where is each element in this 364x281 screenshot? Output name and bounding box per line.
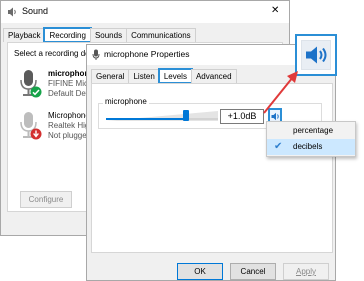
tab-recording[interactable]: Recording — [43, 27, 92, 43]
default-check-badge-icon — [30, 86, 42, 100]
menu-item-label: decibels — [293, 142, 323, 151]
device-item[interactable]: Microphone Realtek High Definition Audio… — [14, 109, 96, 147]
checkmark-icon: ✔ — [274, 141, 283, 152]
tab-levels[interactable]: Levels — [157, 68, 193, 84]
speaker-large-icon — [306, 46, 327, 64]
level-slider-thumb[interactable] — [183, 110, 189, 121]
sound-tabs: Playback Recording Sounds Communications — [3, 27, 196, 43]
level-unit-context-menu: percentage ✔ decibels — [266, 121, 356, 157]
tab-listen[interactable]: Listen — [128, 69, 160, 83]
properties-tabs: General Listen Levels Advanced — [91, 68, 237, 84]
sound-window-title: Sound — [22, 6, 49, 16]
configure-button[interactable]: Configure — [20, 191, 72, 208]
device-item[interactable]: microphone FIFINE Microphone Default Dev… — [14, 67, 96, 105]
apply-button[interactable]: Apply — [283, 263, 329, 280]
ok-button[interactable]: OK — [177, 263, 223, 280]
sound-close-button[interactable]: ✕ — [271, 5, 279, 16]
menu-item-percentage[interactable]: percentage — [267, 123, 355, 139]
unplugged-badge-icon — [30, 128, 42, 142]
properties-title: microphone Properties — [104, 49, 190, 59]
level-slider-fill — [106, 118, 186, 120]
menu-item-decibels[interactable]: ✔ decibels — [267, 139, 355, 155]
red-arrow-icon — [263, 71, 298, 114]
menu-item-label: percentage — [293, 126, 334, 135]
tab-advanced[interactable]: Advanced — [190, 69, 237, 83]
microphone-small-icon — [92, 49, 100, 63]
sound-titlebar: Sound ✕ — [1, 1, 289, 23]
level-group-label: microphone — [103, 97, 149, 106]
speaker-callout-box — [295, 34, 337, 76]
tab-sounds[interactable]: Sounds — [89, 28, 128, 42]
cancel-button[interactable]: Cancel — [230, 263, 276, 280]
level-slider[interactable] — [106, 110, 218, 122]
level-value-field[interactable]: +1.0dB — [220, 109, 264, 124]
tab-general[interactable]: General — [91, 69, 130, 83]
tab-communications[interactable]: Communications — [126, 28, 196, 42]
speaker-app-icon — [7, 7, 18, 19]
tab-playback[interactable]: Playback — [3, 28, 46, 42]
